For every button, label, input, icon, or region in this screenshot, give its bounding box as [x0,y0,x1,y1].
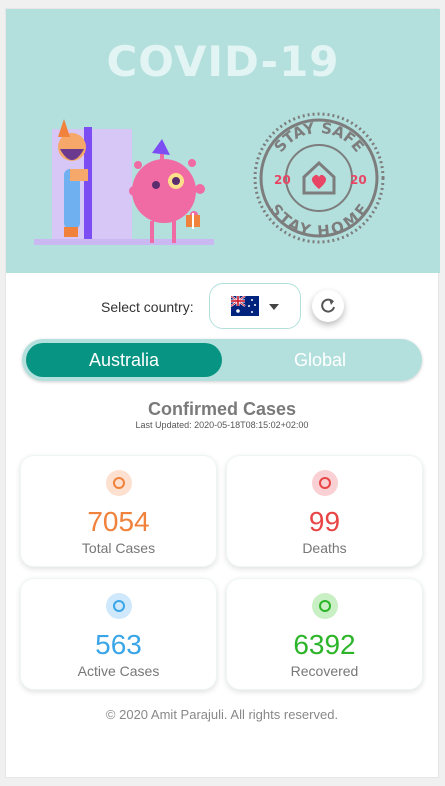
confirmed-cases-title: Confirmed Cases [147,399,297,419]
country-dropdown[interactable] [209,283,301,329]
country-selector-row: Select country: [6,281,438,331]
scope-toggle: Australia Global [22,339,422,381]
refresh-icon [321,298,335,313]
stamp-right-number: 20 [350,173,367,187]
stamp-top-text: STAY SAFE [270,119,367,156]
tab-global[interactable]: Global [222,343,418,377]
deaths-icon [311,470,338,496]
stat-card-deaths: 99 Deaths [226,455,423,567]
deaths-value: 99 [308,506,341,537]
recovered-icon [311,593,338,619]
hero-banner: COVID-19 STAY SAFE STAY HOME 20 20 [6,9,440,273]
tab-australia[interactable]: Australia [26,343,222,377]
app-container: COVID-19 STAY SAFE STAY HOME 20 20 Selec… [5,8,440,778]
chevron-down-icon [269,304,279,310]
last-updated-text: Last Updated: 2020-05-18T08:15:02+02:00 [135,420,309,430]
total-cases-value: 7054 [87,506,150,537]
recovered-value: 6392 [293,629,356,660]
stat-card-total: 7054 Total Cases [20,455,217,567]
footer-copyright: © 2020 Amit Parajuli. All rights reserve… [105,707,339,722]
select-country-label: Select country: [101,299,194,315]
stamp-bottom-text: STAY HOME [266,201,371,241]
heart-icon [311,174,327,189]
stat-card-active: 563 Active Cases [20,578,217,690]
refresh-button[interactable] [312,290,344,322]
stamp-left-number: 20 [274,173,291,187]
recovered-label: Recovered [290,663,359,679]
active-cases-icon [105,593,132,619]
australia-flag-icon [231,296,259,316]
stat-card-recovered: 6392 Recovered [226,578,423,690]
deaths-label: Deaths [302,540,347,556]
active-cases-value: 563 [95,629,142,660]
app-title: COVID-19 [106,37,340,86]
stay-safe-stamp: STAY SAFE STAY HOME 20 20 [253,112,385,244]
total-cases-label: Total Cases [81,540,156,556]
virus-illustration [34,119,214,245]
active-cases-label: Active Cases [77,663,160,679]
total-cases-icon [105,470,132,496]
